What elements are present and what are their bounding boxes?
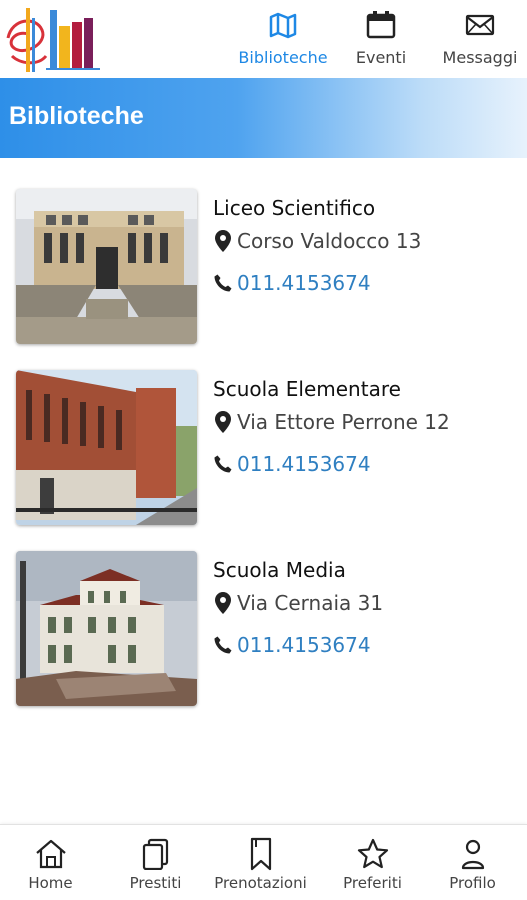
bookmark-icon xyxy=(244,837,278,871)
bottom-nav-prenotazioni[interactable]: Prenotazioni xyxy=(208,837,313,897)
library-phone-link[interactable]: 011.4153674 xyxy=(237,452,371,476)
bottom-nav-label: Prestiti xyxy=(129,874,182,892)
bottom-nav-label: Prenotazioni xyxy=(214,874,307,892)
bottom-nav-label: Profilo xyxy=(449,874,496,892)
library-photo xyxy=(16,551,197,706)
address-row: Corso Valdocco 13 xyxy=(213,229,421,253)
phone-row[interactable]: 011.4153674 xyxy=(213,271,371,295)
library-name: Liceo Scientifico xyxy=(213,196,376,220)
bottom-nav-profilo[interactable]: Profilo xyxy=(420,837,525,897)
tab-eventi[interactable]: Eventi xyxy=(346,8,416,74)
phone-icon xyxy=(213,633,233,657)
map-marker-icon xyxy=(213,591,233,615)
app-logo xyxy=(2,4,104,76)
library-phone-link[interactable]: 011.4153674 xyxy=(237,633,371,657)
library-address: Corso Valdocco 13 xyxy=(237,229,422,253)
map-marker-icon xyxy=(213,229,233,253)
app-header: Biblioteche Eventi Messaggi xyxy=(0,0,527,78)
user-icon xyxy=(456,837,490,871)
library-card[interactable]: Liceo Scientifico Corso Valdocco 13 011.… xyxy=(16,189,516,344)
bottom-nav: Home Prestiti Prenotazioni Preferiti Pro… xyxy=(0,824,527,900)
address-row: Via Cernaia 31 xyxy=(213,591,383,615)
tab-biblioteche[interactable]: Biblioteche xyxy=(228,8,338,74)
library-card[interactable]: Scuola Media Via Cernaia 31 011.4153674 xyxy=(16,551,516,706)
calendar-icon xyxy=(364,8,398,42)
phone-icon xyxy=(213,452,233,476)
bottom-nav-prestiti[interactable]: Prestiti xyxy=(103,837,208,897)
books-icon xyxy=(139,837,173,871)
star-icon xyxy=(356,837,390,871)
tab-label: Biblioteche xyxy=(238,48,328,67)
map-marker-icon xyxy=(213,410,233,434)
library-photo xyxy=(16,189,197,344)
envelope-icon xyxy=(463,8,497,42)
map-icon xyxy=(266,8,300,42)
phone-icon xyxy=(213,271,233,295)
phone-row[interactable]: 011.4153674 xyxy=(213,452,371,476)
library-photo xyxy=(16,370,197,525)
bottom-nav-label: Preferiti xyxy=(343,874,402,892)
tab-messaggi[interactable]: Messaggi xyxy=(434,8,526,74)
library-card[interactable]: Scuola Elementare Via Ettore Perrone 12 … xyxy=(16,370,516,525)
library-phone-link[interactable]: 011.4153674 xyxy=(237,271,371,295)
address-row: Via Ettore Perrone 12 xyxy=(213,410,450,434)
phone-row[interactable]: 011.4153674 xyxy=(213,633,371,657)
bottom-nav-preferiti[interactable]: Preferiti xyxy=(320,837,425,897)
library-address: Via Ettore Perrone 12 xyxy=(237,410,450,434)
bottom-nav-home[interactable]: Home xyxy=(0,837,103,897)
title-bar: Biblioteche xyxy=(0,78,527,158)
library-address: Via Cernaia 31 xyxy=(237,591,384,615)
tab-label: Eventi xyxy=(355,48,407,67)
library-name: Scuola Media xyxy=(213,558,346,582)
library-name: Scuola Elementare xyxy=(213,377,401,401)
page-title: Biblioteche xyxy=(9,102,144,130)
home-icon xyxy=(34,837,68,871)
bottom-nav-label: Home xyxy=(28,874,73,892)
tab-label: Messaggi xyxy=(442,48,518,67)
